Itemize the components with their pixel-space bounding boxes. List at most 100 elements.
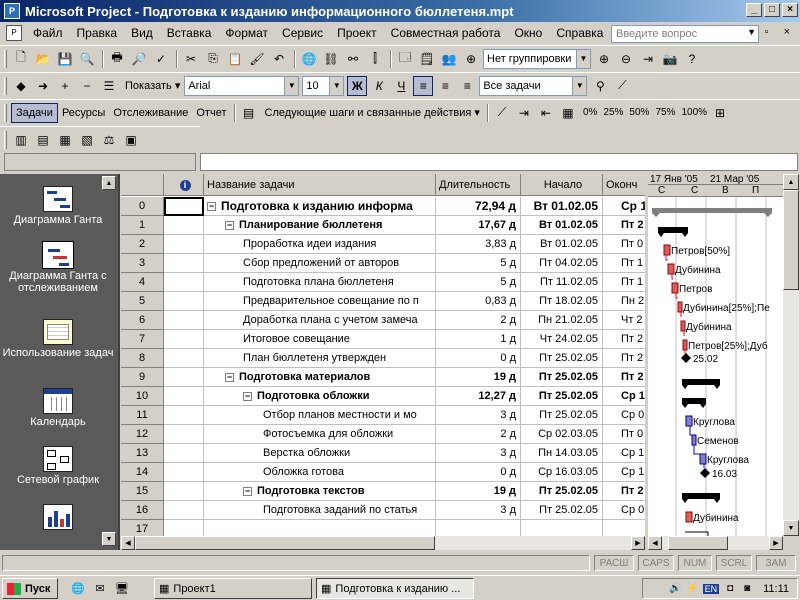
indicator-cell[interactable] [164,444,204,463]
start-cell[interactable]: Вт 01.02.05 [521,235,603,254]
row-id-cell[interactable]: 1 [121,216,164,235]
tab-tracking[interactable]: Отслеживание [109,103,192,123]
start-cell[interactable]: Пт 25.02.05 [521,387,603,406]
indicator-cell[interactable] [164,349,204,368]
select-all-cell[interactable] [121,174,164,196]
row-id-cell[interactable]: 7 [121,330,164,349]
finish-cell[interactable]: Пн 2 [603,292,645,311]
update-icon[interactable]: ▦ [558,103,578,123]
split-task-icon[interactable]: ⫿ [365,49,385,69]
indicator-cell[interactable] [164,520,204,536]
table-row[interactable]: 4 Подготовка плана бюллетеня 5 д Пт 11.02.0… [121,273,645,292]
gantt-wizard-icon[interactable]: ⟋ [612,76,632,96]
app-icon[interactable]: P [4,3,20,19]
format-painter-icon[interactable]: 🖌 [247,49,267,69]
align-left-icon[interactable]: ≡ [413,75,434,96]
duration-cell[interactable]: 0 д [436,349,521,368]
table-row[interactable]: 3 Сбор предложений от авторов 5 д Пт 04.02.… [121,254,645,273]
indicator-cell[interactable] [164,235,204,254]
toolbar-grip[interactable] [4,103,7,122]
print-preview-icon[interactable]: 🔎 [129,49,149,69]
entry-field[interactable] [200,153,798,171]
table-row[interactable]: 12 Фотосъемка для обложки 2 д Ср 02.03.05 Пт… [121,425,645,444]
finish-cell[interactable]: Ср 1 [603,387,645,406]
outlook-icon[interactable]: ✉ [92,580,108,596]
show-subtasks-icon[interactable]: + [55,76,75,96]
hyperlink-icon[interactable]: 🌐 [299,49,319,69]
percent-75-button[interactable]: 75% [652,103,678,123]
filter-select[interactable]: Все задачи ▼ [479,75,588,96]
view-task-usage[interactable]: Использование задач [2,319,114,359]
duration-cell[interactable]: 17,67 д [436,216,521,235]
column-header-start[interactable]: Начало [521,174,603,196]
start-cell[interactable]: Пт 25.02.05 [521,501,603,520]
menu-view[interactable]: Вид [124,26,160,40]
indicator-cell[interactable] [164,292,204,311]
grouping-select[interactable]: Нет группировки ▼ [483,48,591,69]
scroll-left-icon[interactable]: ◀ [121,536,135,550]
menu-edit[interactable]: Правка [70,26,125,40]
table-row[interactable]: 11 Отбор планов местности и мо 3 д Пт 25.02… [121,406,645,425]
task-name-cell[interactable]: Подготовка заданий по статья [204,501,436,520]
finish-cell[interactable]: Пт 2 [603,368,645,387]
duration-cell[interactable]: 2 д [436,425,521,444]
save-icon[interactable]: 💾 [55,49,75,69]
underline-button[interactable]: Ч [391,76,411,96]
scroll-up-icon[interactable]: ▲ [102,176,116,190]
ie-icon[interactable]: 🌐 [70,580,86,596]
duration-cell[interactable]: 5 д [436,254,521,273]
start-cell[interactable]: Вт 01.02.05 [521,216,603,235]
row-id-cell[interactable]: 12 [121,425,164,444]
duration-cell[interactable]: 3 д [436,444,521,463]
help-search-input[interactable]: Введите вопрос ▼ [611,25,759,43]
row-id-cell[interactable]: 14 [121,463,164,482]
view-tracking-gantt[interactable]: Диаграмма Ганта с отслеживанием [2,241,114,294]
scroll-right-icon[interactable]: ▶ [769,536,783,550]
task-name-cell[interactable]: Фотосъемка для обложки [204,425,436,444]
menu-window[interactable]: Окно [507,26,549,40]
finish-cell[interactable]: Ср 18 [603,197,645,216]
start-cell[interactable]: Чт 24.02.05 [521,330,603,349]
toolbar-grip[interactable] [4,76,7,95]
cut-icon[interactable]: ✂ [181,49,201,69]
start-cell[interactable]: Пт 25.02.05 [521,406,603,425]
close-button[interactable]: × [782,3,798,17]
task-name-cell[interactable]: − Подготовка обложки [204,387,436,406]
start-cell[interactable]: Пт 25.02.05 [521,482,603,501]
table-row[interactable]: 9− Подготовка материалов 19 д Пт 25.02.05 Пт… [121,368,645,387]
table-vscroll[interactable]: ▲ ▼ [783,174,799,536]
column-header-duration[interactable]: Длительность [436,174,521,196]
percent-50-button[interactable]: 50% [626,103,652,123]
table-row[interactable]: 16 Подготовка заданий по статья 3 д Пт 25.0… [121,501,645,520]
duration-cell[interactable]: 3 д [436,501,521,520]
indicator-cell[interactable] [164,501,204,520]
row-id-cell[interactable]: 16 [121,501,164,520]
finish-cell[interactable]: Пт 0 [603,235,645,254]
view-gantt-chart[interactable]: Диаграмма Ганта [2,186,114,226]
task-name-cell[interactable]: Обложка готова [204,463,436,482]
tray-icon-1[interactable]: ◘ [723,582,737,596]
indicator-cell[interactable] [164,330,204,349]
finish-cell[interactable]: Пт 1 [603,273,645,292]
percent-0-button[interactable]: 0% [580,103,600,123]
row-id-cell[interactable]: 6 [121,311,164,330]
scroll-left-icon[interactable]: ◀ [648,536,662,550]
row-id-cell[interactable]: 2 [121,235,164,254]
duration-cell[interactable]: 1 д [436,330,521,349]
task-name-cell[interactable]: Подготовка плана бюллетеня [204,273,436,292]
task-name-cell[interactable]: План бюллетеня утвержден [204,349,436,368]
row-id-cell[interactable]: 11 [121,406,164,425]
task-name-cell[interactable]: − Подготовка материалов [204,368,436,387]
menu-collaborate[interactable]: Совместная работа [384,26,508,40]
table-hscroll-thumb[interactable] [135,536,435,550]
maximize-button[interactable]: □ [764,3,780,17]
row-id-cell[interactable]: 5 [121,292,164,311]
help-icon[interactable]: ? [682,49,702,69]
show-button[interactable]: Показать ▾ [121,76,184,96]
task-name-cell[interactable]: Проработка идеи издания [204,235,436,254]
menu-project[interactable]: Проект [330,26,384,40]
document-icon[interactable]: P [6,25,22,41]
start-cell[interactable]: Вт 01.02.05 [521,197,603,216]
table-row[interactable]: 17 [121,520,645,536]
table-row[interactable]: 13 Верстка обложки 3 д Пн 14.03.05 Ср 1 [121,444,645,463]
